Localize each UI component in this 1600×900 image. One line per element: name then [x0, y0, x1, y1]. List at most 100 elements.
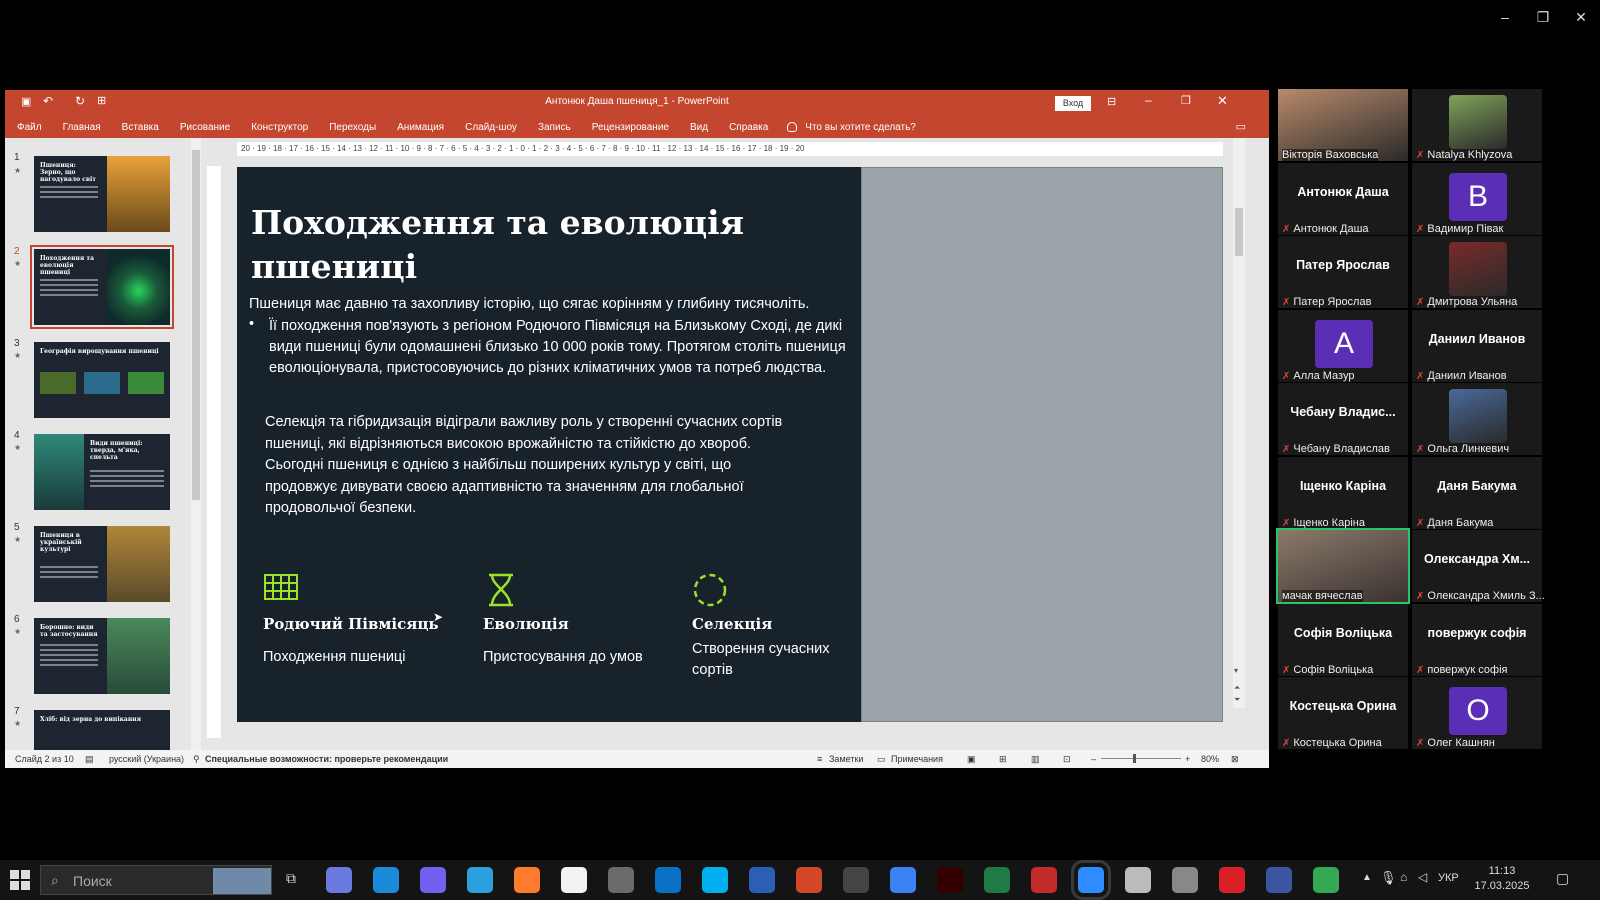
- tab-review[interactable]: Рецензирование: [592, 122, 669, 133]
- slide-image[interactable]: [861, 167, 1223, 722]
- login-button[interactable]: Вход: [1055, 96, 1091, 111]
- slide-canvas[interactable]: Походження та еволюція пшениці Пшениця м…: [237, 167, 1223, 722]
- tab-draw[interactable]: Рисование: [180, 122, 230, 133]
- illustrator-icon[interactable]: [937, 867, 963, 893]
- tab-view[interactable]: Вид: [690, 122, 708, 133]
- participant-tile[interactable]: повержук софія ✗ повержук софія: [1412, 603, 1542, 676]
- thumb-preview[interactable]: Географія вирощування пшениці: [34, 342, 170, 418]
- participant-tile[interactable]: B ✗ Вадимир Півак: [1412, 162, 1542, 235]
- participant-tile[interactable]: Даниил Иванов ✗ Даниил Иванов: [1412, 309, 1542, 382]
- visio-icon[interactable]: [1266, 867, 1292, 893]
- comments-button[interactable]: Примечания: [891, 754, 943, 764]
- taskbar-search[interactable]: ⌕ Поиск: [40, 865, 272, 895]
- thumb-preview[interactable]: Походження та еволюція пшениці: [30, 245, 174, 329]
- participant-tile[interactable]: ✗ Дмитрова Ульяна: [1412, 236, 1542, 308]
- notepad-icon[interactable]: [1125, 867, 1151, 893]
- participant-tile[interactable]: Даня Бакума ✗ Даня Бакума: [1412, 456, 1542, 529]
- tray-chevron-icon[interactable]: ▲: [1362, 872, 1372, 883]
- ppt-minimize-button[interactable]: –: [1145, 93, 1152, 107]
- telegram-icon[interactable]: [467, 867, 493, 893]
- copilot-icon[interactable]: [326, 867, 352, 893]
- windows-start-icon[interactable]: [10, 870, 30, 890]
- edge-icon[interactable]: [373, 867, 399, 893]
- powerpoint-icon[interactable]: [796, 867, 822, 893]
- firefox-icon[interactable]: [514, 867, 540, 893]
- zoom-in-button[interactable]: +: [1185, 754, 1190, 764]
- tab-home[interactable]: Главная: [63, 122, 101, 133]
- participant-tile[interactable]: ✗ Natalya Khlyzova: [1412, 89, 1542, 161]
- clock[interactable]: 11:13 17.03.2025: [1474, 864, 1530, 894]
- tab-help[interactable]: Справка: [729, 122, 768, 133]
- scroll-thumb[interactable]: [1235, 208, 1243, 256]
- tab-record[interactable]: Запись: [538, 122, 571, 133]
- spellcheck-icon[interactable]: ▤: [85, 754, 94, 765]
- thumb-preview[interactable]: Борошно: види та застосування: [34, 618, 170, 694]
- tab-animations[interactable]: Анимация: [397, 122, 444, 133]
- thumbnails-scrollbar[interactable]: [191, 138, 201, 750]
- thumb-preview[interactable]: Хліб: від зерна до випікання: [34, 710, 170, 750]
- tab-insert[interactable]: Вставка: [122, 122, 159, 133]
- participant-tile[interactable]: Чебану Владис... ✗ Чебану Владислав: [1278, 383, 1408, 455]
- thumb-preview[interactable]: Пшениця в українській культурі: [34, 526, 170, 602]
- participant-tile[interactable]: O ✗ Олег Кашнян: [1412, 677, 1542, 749]
- zoom-out-button[interactable]: –: [1091, 754, 1096, 764]
- volume-icon[interactable]: ◁: [1418, 870, 1427, 884]
- paint-icon[interactable]: [1172, 867, 1198, 893]
- ppt-close-button[interactable]: ✕: [1217, 93, 1228, 109]
- slide-title[interactable]: Походження та еволюція пшениці: [251, 201, 771, 289]
- feature-selection[interactable]: Селекція Створення сучасних сортів: [692, 572, 852, 681]
- drive-icon[interactable]: [1313, 867, 1339, 893]
- scroll-down-icon[interactable]: ▾: [1234, 666, 1238, 675]
- calendar-icon[interactable]: [890, 867, 916, 893]
- prev-slide-icon[interactable]: ⏶: [1234, 683, 1240, 693]
- notes-button[interactable]: Заметки: [829, 754, 863, 764]
- notifications-icon[interactable]: ▢: [1556, 870, 1569, 887]
- slide-sorter-icon[interactable]: ⊞: [999, 754, 1007, 765]
- network-icon[interactable]: ⌂: [1400, 870, 1407, 884]
- participant-tile[interactable]: Патер Ярослав ✗ Патер Ярослав: [1278, 236, 1408, 308]
- participant-tile[interactable]: A ✗ Алла Мазур: [1278, 309, 1408, 382]
- participant-tile[interactable]: Костецька Орина ✗ Костецька Орина: [1278, 677, 1408, 749]
- reading-view-icon[interactable]: ▥: [1031, 754, 1040, 765]
- file-icon[interactable]: [561, 867, 587, 893]
- excel-icon[interactable]: [984, 867, 1010, 893]
- restore-button[interactable]: ❐: [1524, 0, 1562, 34]
- microphone-icon[interactable]: 🎙: [1380, 870, 1397, 886]
- minimize-button[interactable]: –: [1486, 0, 1524, 34]
- scroll-thumb[interactable]: [192, 150, 200, 500]
- tell-me-search[interactable]: Что вы хотите сделать?: [805, 122, 916, 133]
- task-view-icon[interactable]: ⧉: [286, 870, 296, 887]
- editing-scrollbar[interactable]: ▾ ⏶ ⏷: [1233, 138, 1245, 708]
- zoom-slider-handle[interactable]: [1133, 754, 1136, 763]
- tab-slideshow[interactable]: Слайд-шоу: [465, 122, 517, 133]
- skype-icon[interactable]: [702, 867, 728, 893]
- tab-transitions[interactable]: Переходы: [329, 122, 376, 133]
- feature-evolution[interactable]: Еволюція Пристосування до умов: [483, 572, 683, 668]
- participant-tile[interactable]: Вікторія Ваховська: [1278, 89, 1408, 161]
- participant-tile[interactable]: Олександра Хм... ✗ Олександра Хмиль З...: [1412, 530, 1545, 602]
- ppt-restore-button[interactable]: ❐: [1181, 94, 1191, 107]
- slide-paragraph[interactable]: Селекція та гібридизація відіграли важли…: [265, 412, 795, 520]
- fit-slide-icon[interactable]: ⊠: [1231, 754, 1239, 765]
- slide-bullet-text[interactable]: Її походження пов'язують з регіоном Родю…: [269, 316, 859, 379]
- comments-icon[interactable]: ▭: [1236, 120, 1246, 133]
- cc-icon[interactable]: [1219, 867, 1245, 893]
- calculator-icon[interactable]: [608, 867, 634, 893]
- close-button[interactable]: ✕: [1562, 0, 1600, 34]
- thumb-preview[interactable]: Пшениця: Зерно, що нагодувало світ: [34, 156, 170, 232]
- participant-tile[interactable]: Софія Воліцька ✗ Софія Воліцька: [1278, 603, 1408, 676]
- participant-tile[interactable]: ✗ Ольга Линкевич: [1412, 383, 1542, 455]
- participant-tile[interactable]: Іщенко Каріна ✗ Іщенко Каріна: [1278, 456, 1408, 529]
- zoom-slider[interactable]: [1101, 758, 1181, 759]
- word-icon[interactable]: [749, 867, 775, 893]
- tab-design[interactable]: Конструктор: [251, 122, 308, 133]
- thumb-preview[interactable]: Види пшениці: тверда, м'яка, спельта: [34, 434, 170, 510]
- normal-view-icon[interactable]: ▣: [967, 754, 976, 765]
- zoom-level[interactable]: 80%: [1201, 754, 1219, 764]
- tool-icon[interactable]: [1031, 867, 1057, 893]
- input-language[interactable]: УКР: [1438, 872, 1459, 884]
- language-indicator[interactable]: русский (Украина): [109, 754, 184, 764]
- participant-tile[interactable]: Антонюк Даша ✗ Антонюк Даша: [1278, 162, 1408, 235]
- clapper-icon[interactable]: [843, 867, 869, 893]
- slide-intro-text[interactable]: Пшениця має давню та захопливу історію, …: [249, 294, 859, 315]
